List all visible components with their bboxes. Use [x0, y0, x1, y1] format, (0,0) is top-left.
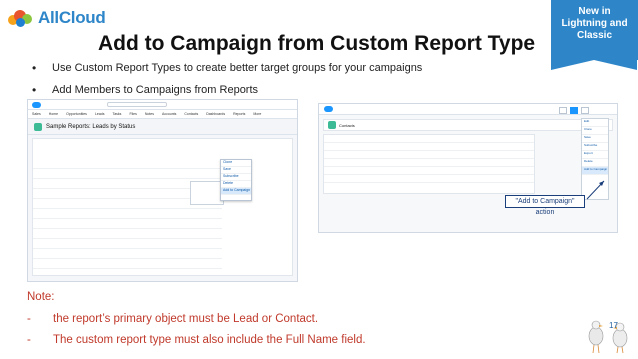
note-item: The custom report type must also include…	[27, 334, 366, 346]
bullet-item: Add Members to Campaigns from Reports	[32, 83, 422, 97]
report-body: Clone Save Subscribe Delete Add to Campa…	[32, 138, 293, 276]
note-item: the report’s primary object must be Lead…	[27, 313, 366, 325]
contacts-icon	[328, 121, 336, 129]
nav-item: Dashboards	[206, 112, 226, 116]
ribbon-line-1: New in	[578, 6, 611, 17]
contacts-table	[323, 134, 535, 194]
page-number: 17	[609, 321, 618, 330]
note-label: Note:	[27, 291, 55, 303]
salesforce-logo-icon	[32, 101, 41, 108]
allcloud-logo: AllCloud	[8, 8, 106, 28]
nav-item: Accounts	[161, 112, 177, 116]
seagulls-illustration	[588, 320, 628, 354]
note-list: the report’s primary object must be Lead…	[27, 313, 366, 355]
menu-item: Delete	[582, 159, 608, 167]
bullet-item: Use Custom Report Types to create better…	[32, 61, 422, 75]
nav-item: Leads	[94, 112, 105, 116]
menu-item: Save	[582, 135, 608, 143]
s2-title: Contacts	[339, 122, 355, 128]
actions-dropdown: Clone Save Subscribe Delete Add to Campa…	[220, 159, 252, 201]
nav-item: Sales	[32, 112, 41, 116]
contacts-screenshot: Contacts Edit Clone Save Subscribe Expor…	[318, 103, 618, 233]
sf-nav-bar: Sales Home Opportunities Leads Tasks Fil…	[28, 110, 297, 119]
view-toggle-active	[570, 107, 578, 114]
nav-item: Contacts	[184, 112, 199, 116]
menu-item: Subscribe	[582, 143, 608, 151]
report-title: Sample Reports: Leads by Status	[46, 123, 136, 130]
add-to-campaign-item: Add to Campaign	[582, 167, 608, 175]
reports-screenshot: Sales Home Opportunities Leads Tasks Fil…	[27, 99, 298, 282]
report-icon	[34, 122, 42, 131]
dropdown-item: Save	[221, 167, 251, 174]
new-ribbon: New in Lightning and Classic	[551, 0, 638, 70]
menu-item: Clone	[582, 127, 608, 135]
dropdown-item: Delete	[221, 181, 251, 188]
view-toggle	[559, 107, 567, 114]
report-grid	[33, 159, 222, 269]
report-header: Sample Reports: Leads by Status	[28, 119, 297, 135]
callout-arrow-icon	[586, 180, 605, 200]
ribbon-line-3: Classic	[576, 30, 613, 41]
nav-item: Tasks	[112, 112, 122, 116]
sf-topbar	[28, 100, 297, 110]
nav-item: Notes	[144, 112, 154, 116]
dropdown-item: Subscribe	[221, 174, 251, 181]
nav-item: Files	[129, 112, 137, 116]
dropdown-item: Clone	[221, 160, 251, 167]
add-to-campaign-item: Add to Campaign	[221, 188, 251, 195]
nav-item: Opportunities	[66, 112, 87, 116]
brand-name: AllCloud	[38, 8, 106, 27]
menu-item: Export	[582, 151, 608, 159]
cloud-logo-icon	[8, 9, 34, 27]
filter-popover	[190, 181, 224, 205]
nav-item: Home	[48, 112, 59, 116]
slide-title: Add to Campaign from Custom Report Type	[98, 32, 536, 55]
callout-label: "Add to Campaign" action	[505, 195, 585, 216]
view-toggle	[581, 107, 589, 114]
s2-header: Contacts	[323, 119, 613, 131]
menu-item: Edit	[582, 119, 608, 127]
ribbon-line-2: Lightning and	[561, 18, 628, 29]
nav-item: More	[253, 112, 262, 116]
search-input	[107, 102, 167, 107]
view-controls	[559, 107, 589, 114]
nav-item: Reports	[233, 112, 246, 116]
salesforce-logo-icon	[324, 106, 333, 112]
